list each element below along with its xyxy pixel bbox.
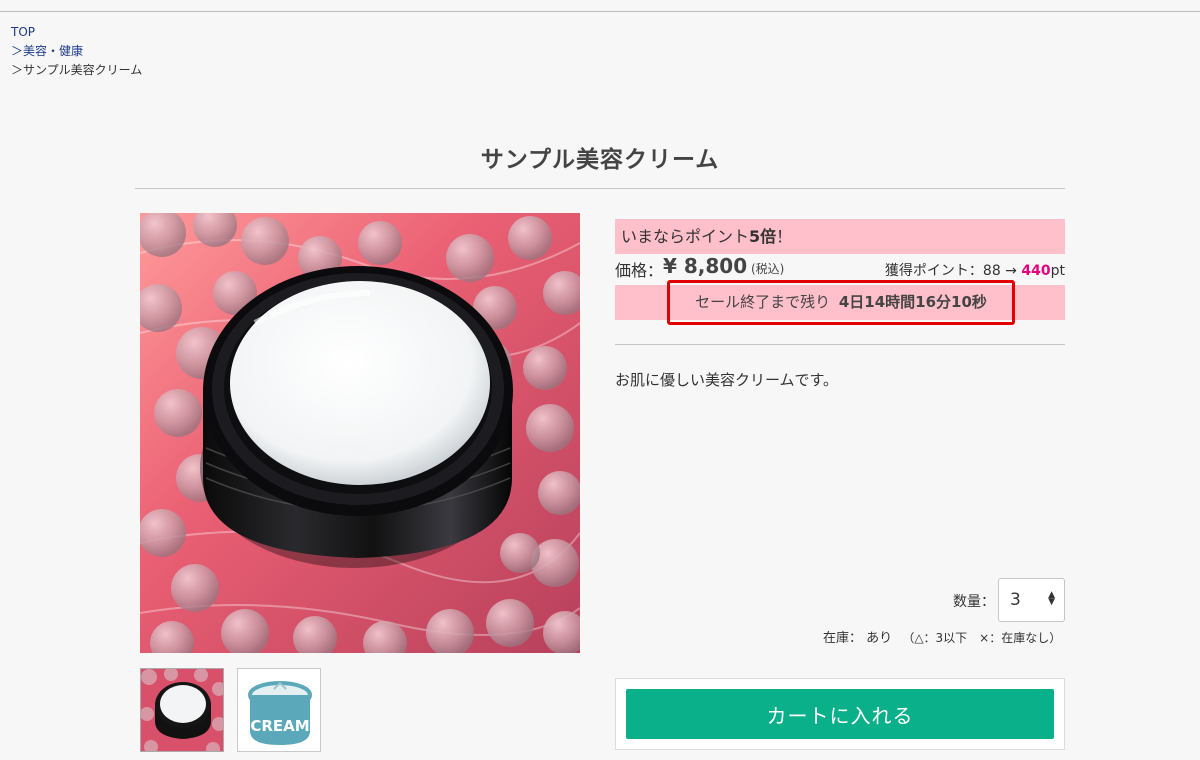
product-main-image[interactable] bbox=[140, 213, 580, 653]
stock-status: 在庫： あり （△：3以下 ×：在庫なし） bbox=[823, 627, 1061, 646]
cream-label-text: CREAM bbox=[250, 717, 309, 735]
cream-jar-photo bbox=[140, 213, 580, 653]
quantity-label: 数量： bbox=[953, 594, 995, 610]
price-value: ¥ 8,800 bbox=[663, 254, 748, 278]
promo-prefix: いまならポイント bbox=[621, 227, 750, 246]
thumbnail-jar-photo[interactable] bbox=[140, 668, 224, 752]
stock-value: あり bbox=[866, 631, 893, 646]
stock-label: 在庫： bbox=[823, 631, 863, 646]
breadcrumb: TOP ＞美容・健康 ＞サンプル美容クリーム bbox=[11, 23, 142, 80]
points-new-value: 440 bbox=[1021, 263, 1051, 279]
thumbnail-cream-image: CREAM bbox=[238, 669, 320, 751]
sale-countdown-bar: セール終了まで残り 4日14時間16分10秒 bbox=[615, 280, 1065, 325]
description-divider bbox=[615, 344, 1065, 345]
sale-countdown-label: セール終了まで残り bbox=[695, 293, 831, 311]
select-arrows-icon: ▲ ▼ bbox=[1048, 590, 1055, 607]
points-label: 獲得ポイント：88 → bbox=[884, 263, 1017, 279]
top-divider bbox=[0, 11, 1200, 12]
cart-panel: カートに入れる bbox=[615, 678, 1065, 750]
tax-note: (税込) bbox=[751, 262, 785, 276]
product-description: お肌に優しい美容クリームです。 bbox=[615, 371, 839, 389]
quantity-select[interactable]: 3 ▲ ▼ bbox=[998, 578, 1065, 622]
breadcrumb-current: ＞サンプル美容クリーム bbox=[11, 63, 143, 77]
breadcrumb-category-link[interactable]: ＞美容・健康 bbox=[11, 42, 142, 61]
thumbnail-jar-image bbox=[141, 669, 223, 751]
earned-points: 獲得ポイント：88 → 440pt bbox=[885, 260, 1065, 280]
thumbnail-cream-illustration[interactable]: CREAM bbox=[237, 668, 321, 752]
price-label: 価格： bbox=[615, 261, 664, 280]
page-title: サンプル美容クリーム bbox=[480, 147, 720, 173]
sale-countdown-timer: 4日14時間16分10秒 bbox=[838, 293, 987, 311]
quantity-selected-value: 3 bbox=[1010, 590, 1021, 610]
point-promo-banner: いまならポイント5倍！ bbox=[615, 219, 1065, 254]
title-divider bbox=[135, 188, 1065, 189]
stock-legend: （△：3以下 ×：在庫なし） bbox=[902, 631, 1062, 645]
thumbnail-strip: CREAM bbox=[140, 668, 321, 752]
price-row: 価格： ¥ 8,800 (税込) 獲得ポイント：88 → 440pt bbox=[615, 254, 1065, 282]
breadcrumb-top-link[interactable]: TOP bbox=[11, 23, 142, 42]
points-unit: pt bbox=[1050, 263, 1065, 279]
add-to-cart-button[interactable]: カートに入れる bbox=[626, 689, 1054, 739]
promo-suffix: ！ bbox=[776, 227, 793, 246]
promo-multiplier: 5倍 bbox=[749, 227, 777, 246]
sale-countdown-highlight: セール終了まで残り 4日14時間16分10秒 bbox=[667, 280, 1015, 325]
